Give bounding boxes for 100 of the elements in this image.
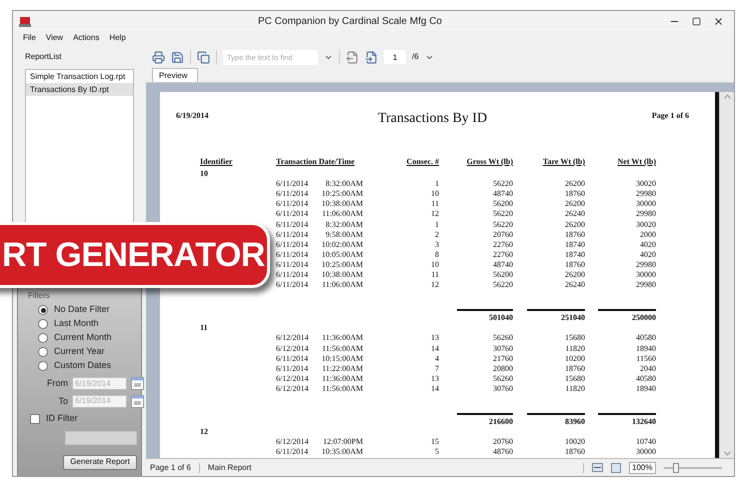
- menu-item[interactable]: View: [46, 32, 64, 44]
- table-cell-text: 21760: [492, 354, 513, 364]
- table-cell-text: 30020: [635, 179, 656, 190]
- radio-label: Last Month: [54, 317, 99, 330]
- table-cell-text: 6/11/2014 10:35:00AM: [276, 447, 364, 458]
- page-number-field[interactable]: 1: [384, 50, 406, 64]
- table-cell-text: 56200: [492, 270, 513, 280]
- date-label: To: [58, 394, 68, 408]
- table-cell-text: 40580: [635, 374, 656, 384]
- radio-label: Current Year: [54, 345, 105, 358]
- radio-label: Current Month: [54, 331, 112, 344]
- checkbox[interactable]: [30, 414, 40, 424]
- print-icon[interactable]: [152, 50, 165, 64]
- table-cell-text: 6/11/2014 11:22:00AM: [276, 364, 364, 374]
- calendar-icon[interactable]: [131, 377, 144, 390]
- table-cell-text: 26240: [564, 280, 585, 290]
- menu-item[interactable]: Help: [109, 32, 126, 44]
- fit-width-icon[interactable]: [592, 463, 603, 472]
- table-cell-text: 6/11/2014 11:06:00AM: [276, 209, 364, 220]
- page-total: /6: [412, 51, 419, 63]
- table-cell-text: 10200: [564, 354, 585, 364]
- calendar-icon[interactable]: [131, 394, 144, 408]
- table-cell-text: 12: [430, 209, 439, 220]
- menu-item[interactable]: File: [23, 32, 36, 44]
- filters-label: Filters: [28, 290, 51, 302]
- column-header: Transaction Date/Time: [276, 157, 356, 168]
- table-cell-text: 22760: [492, 240, 513, 250]
- zoom-slider-thumb[interactable]: [672, 462, 679, 472]
- fit-page-icon[interactable]: [611, 462, 621, 472]
- table-cell-text: 26200: [564, 220, 585, 230]
- radio-button[interactable]: [38, 347, 48, 357]
- generate-report-button[interactable]: Generate Report: [63, 454, 137, 470]
- table-cell-text: 29980: [635, 209, 656, 220]
- radio-button[interactable]: [38, 333, 48, 343]
- total-cell: 501040: [457, 309, 513, 324]
- radio-button[interactable]: [38, 305, 48, 315]
- table-cell-text: 2040: [639, 364, 656, 374]
- id-filter-field[interactable]: [65, 430, 137, 444]
- status-page: Page 1 of 6: [150, 462, 191, 474]
- close-icon[interactable]: [713, 16, 724, 26]
- report-date: 6/19/2014: [176, 111, 210, 122]
- table-cell-text: 4: [434, 354, 439, 364]
- table-cell-text: 6/11/2014 11:06:00AM: [276, 280, 364, 290]
- copy-icon[interactable]: [197, 50, 210, 64]
- table-cell-text: 10: [430, 189, 439, 200]
- column-header: Net Wt (lb): [616, 157, 656, 168]
- scroll-down-icon[interactable]: [724, 451, 730, 456]
- table-cell-text: 6/12/2014 12:07:00PM: [276, 437, 364, 448]
- total-cell: 132640: [598, 412, 656, 428]
- status-section: Main Report: [208, 462, 575, 474]
- checkbox-label: ID Filter: [46, 412, 78, 425]
- table-cell-text: 2000: [639, 230, 656, 240]
- table-cell-text: 26200: [564, 179, 585, 190]
- table-cell-text: 20760: [492, 230, 513, 240]
- radio-button[interactable]: [38, 361, 48, 371]
- table-cell-text: 6/12/2014 11:56:00AM: [276, 344, 364, 354]
- table-cell-text: 4020: [639, 250, 656, 260]
- table-cell-text: 3: [434, 240, 439, 250]
- maximize-icon[interactable]: [692, 16, 701, 26]
- table-cell-text: 48760: [492, 447, 513, 458]
- table-cell-text: 6/11/2014 10:02:00AM: [276, 240, 364, 250]
- table-cell-text: 48740: [492, 189, 513, 200]
- table-cell-text: 18760: [564, 260, 585, 270]
- table-cell-text: 6/11/2014 8:32:00AM: [276, 179, 364, 190]
- group-identifier: 10: [200, 169, 209, 180]
- table-cell-text: 18940: [635, 344, 656, 354]
- column-header: Tare Wt (lb): [542, 157, 585, 168]
- column-header: Consec. #: [406, 157, 439, 168]
- column-header: Gross Wt (lb): [466, 157, 513, 168]
- table-cell-text: 14: [430, 384, 439, 394]
- total-cell: 250000: [598, 309, 656, 324]
- save-icon[interactable]: [171, 50, 184, 64]
- page-number: Page 1 of 6: [650, 111, 689, 122]
- page-import-icon[interactable]: [365, 50, 378, 64]
- scroll-up-icon[interactable]: [724, 94, 730, 99]
- table-cell-text: 6/12/2014 11:36:00AM: [276, 374, 364, 384]
- table-cell-text: 30760: [492, 344, 513, 354]
- table-cell-text: 56220: [492, 280, 513, 290]
- radio-label: No Date Filter: [54, 303, 110, 316]
- app-icon: [19, 16, 31, 26]
- report-list-item[interactable]: Simple Transaction Log.rpt: [26, 70, 133, 83]
- group-identifier: 11: [200, 323, 209, 334]
- radio-button[interactable]: [38, 319, 48, 329]
- total-cell: 216600: [457, 412, 513, 428]
- report-list-item[interactable]: Transactions By ID.rpt: [26, 83, 133, 96]
- page-export-icon[interactable]: [346, 50, 359, 64]
- total-cell: 251040: [527, 309, 585, 324]
- table-cell-text: 6/11/2014 9:58:00AM: [276, 230, 364, 240]
- zoom-field[interactable]: 100%: [629, 462, 656, 474]
- preview-tab[interactable]: Preview: [152, 68, 198, 82]
- table-cell-text: 56220: [492, 179, 513, 190]
- scrollbar[interactable]: [719, 92, 734, 458]
- column-header: Identifier: [200, 157, 234, 168]
- menu-item[interactable]: Actions: [73, 32, 100, 44]
- table-cell-text: 56220: [492, 220, 513, 230]
- table-cell-text: 6/11/2014 10:15:00AM: [276, 354, 364, 364]
- table-cell-text: 6/11/2014 10:38:00AM: [276, 199, 364, 210]
- report-title: Transactions By ID: [376, 111, 488, 127]
- table-cell-text: 12: [430, 280, 439, 290]
- report-list-label: ReportList: [25, 51, 62, 63]
